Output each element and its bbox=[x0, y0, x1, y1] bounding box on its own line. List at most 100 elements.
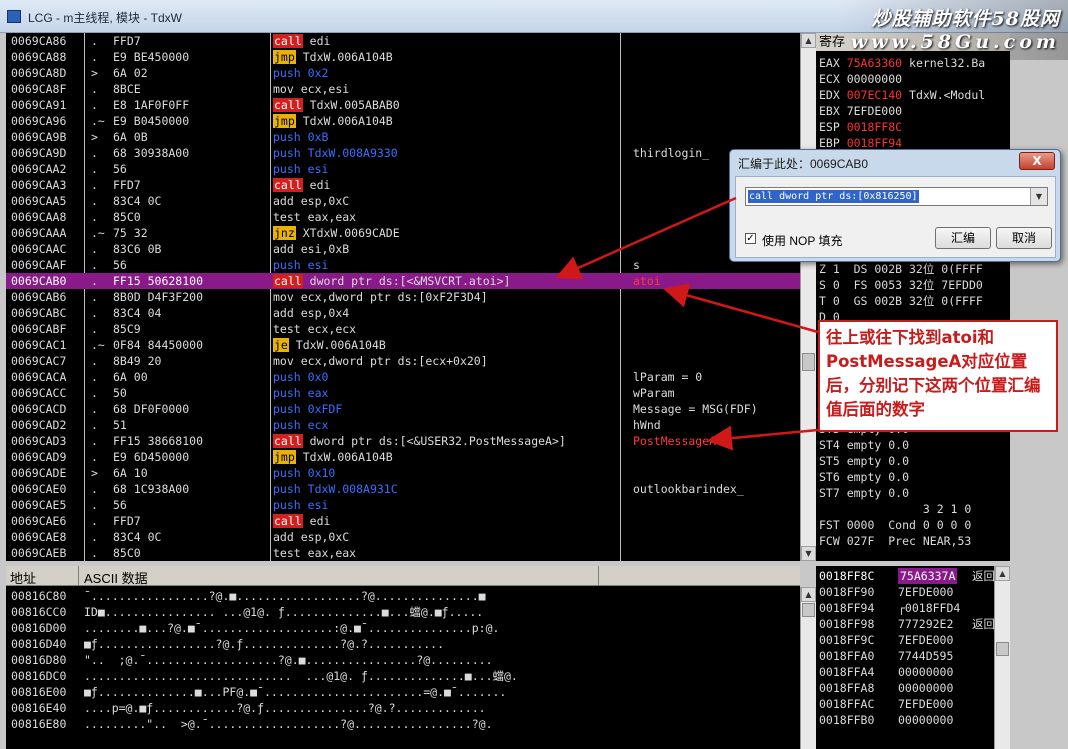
dump-row[interactable]: 00816DC0 .............................. .… bbox=[6, 668, 800, 684]
register-line[interactable]: 3 2 1 0 bbox=[819, 501, 971, 517]
register-line[interactable]: ST6 empty 0.0 bbox=[819, 469, 909, 485]
stack-pane[interactable]: 0018FF8C 75A6337A 返回 0018FF90 7EFDE000 0018FF… bbox=[816, 566, 1010, 749]
stack-row[interactable]: 0018FF98 777292E2 返回 bbox=[816, 616, 1010, 632]
disasm-row[interactable]: 0069CA86. FFD7 call edi bbox=[6, 33, 800, 49]
disasm-row[interactable]: 0069CACD. 68 DF0F0000 push 0xFDF Message = … bbox=[6, 401, 800, 417]
dump-row[interactable]: 00816D40 ■ƒ.................?@.ƒ.........… bbox=[6, 636, 800, 652]
disasm-row[interactable]: 0069CAA8. 85C0 test eax,eax bbox=[6, 209, 800, 225]
dump-row[interactable]: 00816E40 ....p=@.■ƒ............?@.ƒ......… bbox=[6, 700, 800, 716]
disassembly-pane[interactable]: 0069CA86. FFD7 call edi 0069CA88. E9 BE45000… bbox=[6, 33, 800, 561]
stack-row[interactable]: 0018FF9C 7EFDE000 bbox=[816, 632, 1010, 648]
disasm-marker: . bbox=[91, 178, 98, 192]
disasm-row[interactable]: 0069CAC7. 8B49 20 mov ecx,dword ptr ds:[ec… bbox=[6, 353, 800, 369]
disassembly-scrollbar[interactable]: ▲ ▼ bbox=[800, 33, 816, 561]
disasm-hex: 83C4 0C bbox=[113, 530, 162, 544]
register-line[interactable]: ESP 0018FF8C bbox=[819, 119, 902, 135]
close-icon[interactable]: X bbox=[1019, 152, 1055, 170]
assemble-input[interactable]: call dword ptr ds:[0x816250] ▼ bbox=[745, 187, 1048, 206]
dump-row[interactable]: 00816C80 ¯.................?@.■..........… bbox=[6, 588, 800, 604]
disasm-row[interactable]: 0069CADE >6A 10 push 0x10 bbox=[6, 465, 800, 481]
cancel-button[interactable]: 取消 bbox=[996, 227, 1052, 249]
disasm-row[interactable]: 0069CA9D. 68 30938A00 push TdxW.008A9330 th… bbox=[6, 145, 800, 161]
disasm-row[interactable]: 0069CABC. 83C4 04 add esp,0x4 bbox=[6, 305, 800, 321]
dump-ascii-header[interactable]: ASCII 数据 bbox=[84, 568, 148, 587]
disasm-row[interactable]: 0069CAA3. FFD7 call edi bbox=[6, 177, 800, 193]
dump-scrollbar[interactable]: ▲ bbox=[800, 587, 816, 749]
disasm-row[interactable]: 0069CABF. 85C9 test ecx,ecx bbox=[6, 321, 800, 337]
stack-row[interactable]: 0018FFA0 7744D595 bbox=[816, 648, 1010, 664]
disasm-operand: esi bbox=[307, 498, 329, 512]
disasm-row[interactable]: 0069CAD2. 51 push ecx hWnd bbox=[6, 417, 800, 433]
disasm-row[interactable]: 0069CA88. E9 BE450000 jmp TdxW.006A104B bbox=[6, 49, 800, 65]
register-line[interactable]: Z 1 DS 002B 32位 0(FFFF bbox=[819, 261, 983, 277]
scroll-thumb[interactable] bbox=[802, 353, 815, 371]
dump-row[interactable]: 00816CC0 ID■................ ...@1@. ƒ...… bbox=[6, 604, 800, 620]
dump-row[interactable]: 00816E00 ■ƒ..............■...PF@.■¯......… bbox=[6, 684, 800, 700]
register-line[interactable]: S 0 FS 0053 32位 7EFDD0 bbox=[819, 277, 983, 293]
scroll-down-icon[interactable]: ▼ bbox=[801, 546, 816, 561]
disasm-row[interactable]: 0069CACA. 6A 00 push 0x0 lParam = 0 bbox=[6, 369, 800, 385]
memory-dump-pane[interactable]: 地址 ASCII 数据 00816C80 ¯.................?@… bbox=[6, 566, 800, 749]
disasm-instruction: push 0xFDF bbox=[273, 401, 342, 417]
disasm-row[interactable]: 0069CAA2. 56 push esi bbox=[6, 161, 800, 177]
disasm-row[interactable]: 0069CAD9. E9 6D450000 jmp TdxW.006A104B bbox=[6, 449, 800, 465]
disasm-row[interactable]: 0069CAEB. 85C0 test eax,eax bbox=[6, 545, 800, 561]
disasm-row[interactable]: 0069CAE5. 56 push esi bbox=[6, 497, 800, 513]
disasm-row[interactable]: 0069CA8F. 8BCE mov ecx,esi bbox=[6, 81, 800, 97]
assemble-button[interactable]: 汇编 bbox=[935, 227, 991, 249]
disasm-row[interactable]: 0069CAE8. 83C4 0C add esp,0xC bbox=[6, 529, 800, 545]
stack-row[interactable]: 0018FF8C 75A6337A 返回 bbox=[816, 568, 1010, 584]
disasm-row[interactable]: 0069CA91. E8 1AF0F0FF call TdxW.005ABAB0 bbox=[6, 97, 800, 113]
register-line[interactable]: T 0 GS 002B 32位 0(FFFF bbox=[819, 293, 983, 309]
registers-pane[interactable]: 寄存 EAX 75A63360 kernel32.Ba ECX 00000000 E… bbox=[816, 33, 1010, 561]
disasm-row[interactable]: 0069CA9B >6A 0B push 0xB bbox=[6, 129, 800, 145]
disasm-row[interactable]: 0069CAAF. 56 push esi s bbox=[6, 257, 800, 273]
disasm-row[interactable]: 0069CA96 .~ E9 B0450000 jmp TdxW.006A104B bbox=[6, 113, 800, 129]
stack-row[interactable]: 0018FFAC 7EFDE000 bbox=[816, 696, 1010, 712]
disasm-row[interactable]: 0069CAB6. 8B0D D4F3F200 mov ecx,dword ptr … bbox=[6, 289, 800, 305]
disasm-row[interactable]: 0069CAE6. FFD7 call edi bbox=[6, 513, 800, 529]
nop-fill-label[interactable]: 使用 NOP 填充 bbox=[762, 232, 842, 249]
disasm-hex: 56 bbox=[113, 258, 127, 272]
dump-address-header[interactable]: 地址 bbox=[10, 568, 36, 587]
register-line[interactable]: ECX 00000000 bbox=[819, 71, 902, 87]
stack-row[interactable]: 0018FFA8 00000000 bbox=[816, 680, 1010, 696]
register-line[interactable]: ST5 empty 0.0 bbox=[819, 453, 909, 469]
register-line[interactable]: FCW 027F Prec NEAR,53 bbox=[819, 533, 971, 549]
disasm-operand: TdxW.006A104B bbox=[302, 114, 393, 128]
disasm-row[interactable]: 0069CAB0. FF15 50628100 call dword ptr ds:… bbox=[6, 273, 800, 289]
stack-row[interactable]: 0018FF94 ┌0018FFD4 bbox=[816, 600, 1010, 616]
register-line[interactable]: EBX 7EFDE000 bbox=[819, 103, 902, 119]
disasm-marker: . bbox=[91, 450, 98, 464]
disasm-row[interactable]: 0069CAAA .~ 75 32 jnz XTdxW.0069CADE bbox=[6, 225, 800, 241]
dump-row[interactable]: 00816E80 .........".. >@.¯...............… bbox=[6, 716, 800, 732]
disasm-row[interactable]: 0069CAAC. 83C6 0B add esi,0xB bbox=[6, 241, 800, 257]
disasm-row[interactable]: 0069CAA5. 83C4 0C add esp,0xC bbox=[6, 193, 800, 209]
scroll-thumb[interactable] bbox=[802, 603, 815, 617]
register-name: 3 2 1 0 bbox=[819, 502, 972, 516]
scroll-up-icon[interactable]: ▲ bbox=[801, 33, 816, 48]
stack-row[interactable]: 0018FF90 7EFDE000 bbox=[816, 584, 1010, 600]
disasm-row[interactable]: 0069CAC1 .~ 0F84 84450000 je TdxW.006A104B bbox=[6, 337, 800, 353]
register-line[interactable]: FST 0000 Cond 0 0 0 0 bbox=[819, 517, 971, 533]
disasm-row[interactable]: 0069CA8D >6A 02 push 0x2 bbox=[6, 65, 800, 81]
stack-row[interactable]: 0018FFB0 00000000 bbox=[816, 712, 1010, 728]
register-line[interactable]: ST4 empty 0.0 bbox=[819, 437, 909, 453]
register-line[interactable]: EDX 007EC140 TdxW.<Modul bbox=[819, 87, 985, 103]
dump-row[interactable]: 00816D00 ........■...?@.■¯...............… bbox=[6, 620, 800, 636]
scroll-up-icon[interactable]: ▲ bbox=[801, 587, 816, 602]
disasm-row[interactable]: 0069CACC. 50 push eax wParam bbox=[6, 385, 800, 401]
register-line[interactable]: ST7 empty 0.0 bbox=[819, 485, 909, 501]
nop-fill-checkbox[interactable]: ✓ bbox=[745, 233, 756, 244]
dump-row[interactable]: 00816D80 ".. ;@.¯...................?@.■.… bbox=[6, 652, 800, 668]
stack-scrollbar[interactable]: ▲ bbox=[994, 566, 1010, 749]
disasm-row[interactable]: 0069CAE0. 68 1C938A00 push TdxW.008A931C ou… bbox=[6, 481, 800, 497]
chevron-down-icon[interactable]: ▼ bbox=[1030, 188, 1047, 205]
scroll-up-icon[interactable]: ▲ bbox=[995, 566, 1010, 581]
assemble-input-value[interactable]: call dword ptr ds:[0x816250] bbox=[748, 190, 919, 203]
stack-row[interactable]: 0018FFA4 00000000 bbox=[816, 664, 1010, 680]
app-icon bbox=[7, 10, 21, 23]
register-value: 007EC140 bbox=[846, 88, 903, 102]
disasm-row[interactable]: 0069CAD3. FF15 38668100 call dword ptr ds:… bbox=[6, 433, 800, 449]
scroll-thumb[interactable] bbox=[996, 642, 1009, 656]
